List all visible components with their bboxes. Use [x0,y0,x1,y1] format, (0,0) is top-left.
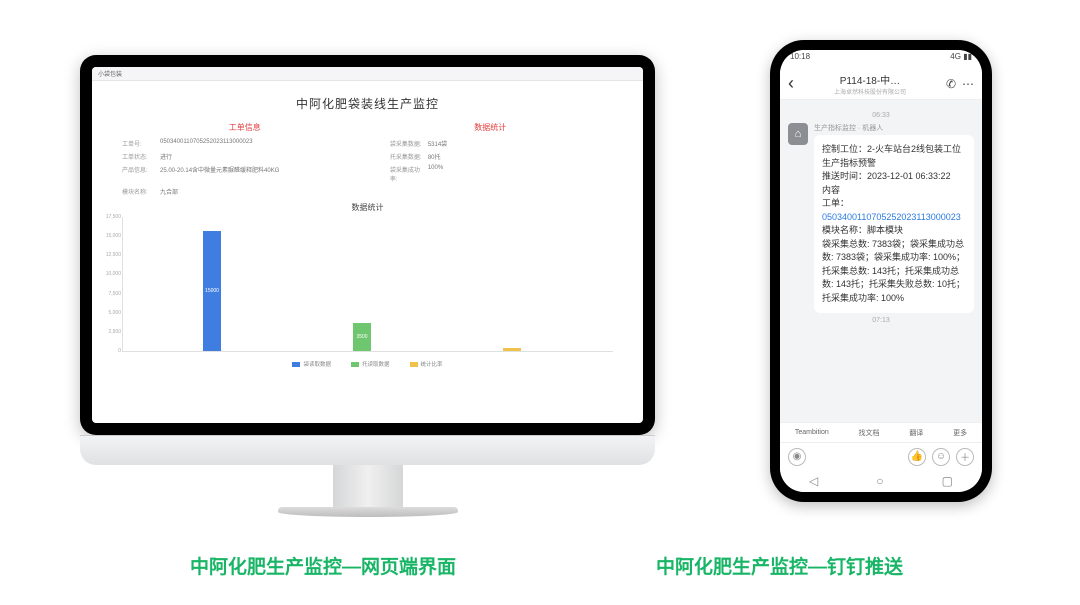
quick-action[interactable]: 找文档 [859,428,880,438]
msg-line: 模块名称：脚本模块 [822,224,966,238]
message-row: ⌂ 生产指标监控 · 机器人 控制工位：2-火车站台2线包装工位 生产指标预警 … [788,123,974,313]
monitor-stand-neck [333,465,403,507]
tab-title: 小袋包装 [98,72,122,78]
msg-line: 控制工位：2-火车站台2线包装工位 [822,143,966,157]
header-title-block[interactable]: P114-18-中… 上海卓然科技股份有限公司 [794,72,946,96]
chat-subtitle: 上海卓然科技股份有限公司 [794,87,946,96]
sender-name: 生产指标监控 · 机器人 [814,123,974,133]
swatch-icon [292,362,300,367]
like-icon[interactable]: 👍 [908,448,926,466]
msg-line: 内容 [822,184,966,198]
value: 80托 [428,152,441,161]
status-network: 4G ▮▮ [950,52,972,66]
caption-phone: 中阿化肥生产监控—钉钉推送 [656,552,903,579]
timestamp-pill: 06:33 [788,112,974,119]
quick-actions-bar: Teambition 找文档 翻译 更多 [780,422,982,442]
label: 袋采集成功率: [390,165,424,183]
quick-action[interactable]: 翻译 [909,428,923,438]
swatch-icon [351,362,359,367]
nav-home-icon[interactable]: ○ [876,474,883,488]
legend-item[interactable]: 托读取数据 [351,360,390,368]
timestamp-pill: 07:13 [788,317,974,324]
section-headings: 工单信息 数据统计 [122,122,613,133]
label: 工单号: [122,139,156,148]
label: 托采集数据: [390,152,424,161]
value: 100% [428,165,443,183]
msg-line: 推送时间：2023-12-01 06:33:22 [822,170,966,184]
order-link[interactable]: 0503400110705252023113000023 [822,211,966,225]
label: 袋采集数据: [390,139,424,148]
legend-label: 统计比率 [421,360,443,368]
y-tick: 10,000 [97,271,121,277]
quick-action[interactable]: Teambition [795,429,829,436]
bar-value: 3500 [356,334,367,340]
nav-back-icon[interactable]: ◁ [809,474,818,488]
chat-header: P114-18-中… 上海卓然科技股份有限公司 ✆ ⋯ [780,68,982,100]
caption-web: 中阿化肥生产监控—网页端界面 [190,552,456,579]
msg-line: 袋采集总数: 7383袋；袋采集成功总数: 7383袋；袋采集成功率: 100%… [822,238,966,306]
y-tick: 15,000 [97,233,121,239]
bar-value: 15000 [205,288,219,294]
bar-chart: 17,500 15,000 12,500 10,000 7,500 5,000 … [122,217,613,352]
y-tick: 12,500 [97,252,121,258]
label: 模块名称: [122,187,156,196]
value: 25.00-20.14含中微量元素脲醛缓释肥料40KG [160,165,279,183]
label: 工单状态: [122,152,156,161]
plus-icon[interactable]: ＋ [956,448,974,466]
chart-bar-pallets: 3500 [353,323,371,351]
voice-icon[interactable]: ◉ [788,448,806,466]
info-row: 工单状态: 进行 托采集数据: 80托 [122,152,613,161]
chat-input-bar: ◉ 👍 ☺ ＋ [780,442,982,470]
more-icon[interactable]: ⋯ [962,77,974,91]
value: 5314袋 [428,139,447,148]
quick-action[interactable]: 更多 [953,428,967,438]
legend-item[interactable]: 袋读取数据 [292,360,331,368]
y-tick: 17,500 [97,214,121,220]
monitor-stand-base [278,507,458,517]
y-tick: 2,500 [97,329,121,335]
chat-area[interactable]: 06:33 ⌂ 生产指标监控 · 机器人 控制工位：2-火车站台2线包装工位 生… [780,100,982,422]
phone-mockup: 10:18 4G ▮▮ P114-18-中… 上海卓然科技股份有限公司 ✆ ⋯ … [770,40,992,502]
chart-bar-bags: 15000 [203,231,221,351]
status-bar: 10:18 4G ▮▮ [780,50,982,68]
chat-title: P114-18-中… [794,72,946,87]
bot-avatar-icon[interactable]: ⌂ [788,123,808,145]
msg-line: 工单： [822,197,966,211]
y-tick: 7,500 [97,291,121,297]
legend-label: 袋读取数据 [303,360,331,368]
heading-order-info: 工单信息 [122,122,368,133]
label: 产品信息: [122,165,156,183]
legend-item[interactable]: 统计比率 [410,360,443,368]
message-bubble[interactable]: 控制工位：2-火车站台2线包装工位 生产指标预警 推送时间：2023-12-01… [814,135,974,313]
y-tick: 0 [97,348,121,354]
monitor-chin [80,435,655,465]
swatch-icon [410,362,418,367]
web-app-body: 中阿化肥袋装线生产监控 工单信息 数据统计 工单号: 05034001107052… [92,81,643,376]
web-app-viewport: 小袋包装 中阿化肥袋装线生产监控 工单信息 数据统计 工单号: 050340011… [92,67,643,423]
value: 进行 [160,152,172,161]
desktop-mockup: 小袋包装 中阿化肥袋装线生产监控 工单信息 数据统计 工单号: 050340011… [80,55,655,517]
msg-line: 生产指标预警 [822,157,966,171]
emoji-icon[interactable]: ☺ [932,448,950,466]
page-title: 中阿化肥袋装线生产监控 [122,95,613,112]
android-nav-bar: ◁ ○ ▢ [780,470,982,492]
info-row: 模块名称: 九合部 [122,187,613,196]
info-row: 产品信息:25.00-20.14含中微量元素脲醛缓释肥料40KG 袋采集成功率:… [122,165,613,183]
monitor-bezel: 小袋包装 中阿化肥袋装线生产监控 工单信息 数据统计 工单号: 050340011… [80,55,655,435]
chart-bar-ratio [503,348,521,351]
nav-recent-icon[interactable]: ▢ [942,474,953,488]
heading-data-stats: 数据统计 [368,122,614,133]
value: 九合部 [160,187,178,196]
chart-legend: 袋读取数据 托读取数据 统计比率 [122,360,613,368]
phone-screen: 10:18 4G ▮▮ P114-18-中… 上海卓然科技股份有限公司 ✆ ⋯ … [780,50,982,492]
info-row: 工单号: 0503400110705252023113000023 袋采集数据: 5… [122,139,613,148]
y-tick: 5,000 [97,310,121,316]
legend-label: 托读取数据 [362,360,390,368]
browser-tab[interactable]: 小袋包装 [92,67,643,81]
value: 0503400110705252023113000023 [160,139,253,148]
status-time: 10:18 [790,52,810,66]
phone-call-icon[interactable]: ✆ [946,77,956,91]
chart-title: 数据统计 [122,202,613,213]
